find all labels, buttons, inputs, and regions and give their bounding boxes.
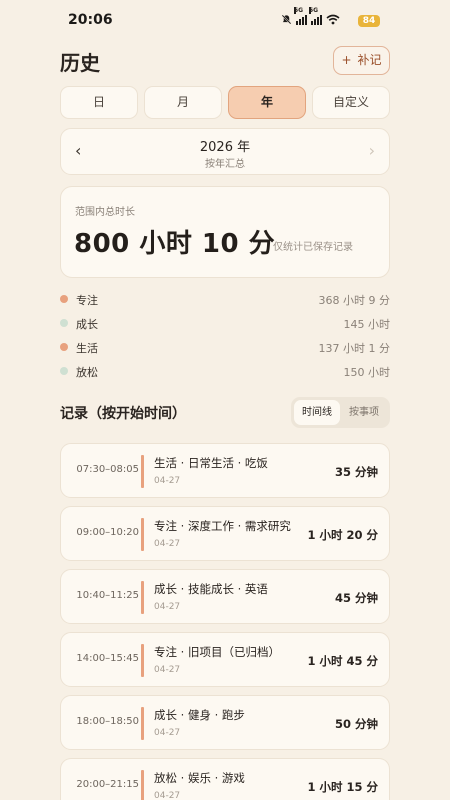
category-dot xyxy=(60,343,68,351)
record-color-bar xyxy=(141,518,144,551)
record-title: 成长 · 健身 · 跑步 xyxy=(154,708,245,722)
add-record-label: 补记 xyxy=(357,53,382,67)
record-duration: 1 小时 15 分 xyxy=(307,780,378,794)
record-title: 专注 · 深度工作 · 需求研究 xyxy=(154,519,291,533)
category-row: 放松 150 小时 xyxy=(60,360,390,384)
category-row: 成长 145 小时 xyxy=(60,312,390,336)
period-label: 2026 年 xyxy=(199,140,251,155)
category-row: 专注 368 小时 9 分 xyxy=(60,288,390,312)
record-item[interactable]: 18:00–18:50 成长 · 健身 · 跑步 04-27 50 分钟 xyxy=(60,695,390,750)
category-name: 放松 xyxy=(76,366,98,379)
record-time: 18:00–18:50 xyxy=(76,716,139,727)
category-value: 368 小时 9 分 xyxy=(318,294,390,307)
record-color-bar xyxy=(141,455,144,488)
category-name: 成长 xyxy=(76,318,98,331)
record-date: 04-27 xyxy=(154,791,181,800)
tab-month[interactable]: 月 xyxy=(144,86,222,119)
category-name: 专注 xyxy=(76,294,98,307)
status-time: 20:06 xyxy=(68,12,113,28)
record-color-bar xyxy=(141,707,144,740)
record-title: 专注 · 旧项目（已归档） xyxy=(154,645,280,659)
record-color-bar xyxy=(141,581,144,614)
add-record-button[interactable]: + 补记 xyxy=(333,46,390,75)
category-dot xyxy=(60,367,68,375)
record-duration: 45 分钟 xyxy=(334,591,378,605)
status-icons: 5G 5G xyxy=(281,7,340,25)
category-name: 生活 xyxy=(76,342,98,355)
category-row: 生活 137 小时 1 分 xyxy=(60,336,390,360)
category-dot xyxy=(60,319,68,327)
record-date: 04-27 xyxy=(154,539,181,549)
records-title: 记录（按开始时间） xyxy=(60,406,186,422)
period-tabs: 日 月 年 自定义 xyxy=(60,86,390,119)
total-duration-card: 范围内总时长 800 小时 10 分 仅统计已保存记录 xyxy=(60,186,390,278)
toggle-by-item[interactable]: 按事项 xyxy=(341,400,387,425)
signal-icon: 5G xyxy=(294,7,307,25)
wifi-icon xyxy=(326,14,340,25)
status-bar: 20:06 5G 5G 84 xyxy=(0,0,450,40)
record-color-bar xyxy=(141,644,144,677)
record-duration: 50 分钟 xyxy=(334,717,378,731)
record-time: 20:00–21:15 xyxy=(76,779,139,790)
record-title: 放松 · 娱乐 · 游戏 xyxy=(154,771,245,785)
record-duration: 1 小时 45 分 xyxy=(307,654,378,668)
signal-icon: 5G xyxy=(309,7,322,25)
network-label-1: 5G xyxy=(294,7,304,14)
mute-icon xyxy=(281,14,292,25)
record-item[interactable]: 09:00–10:20 专注 · 深度工作 · 需求研究 04-27 1 小时 … xyxy=(60,506,390,561)
period-selector: ‹ 2026 年 按年汇总 › xyxy=(60,128,390,175)
record-time: 09:00–10:20 xyxy=(76,527,139,538)
total-value: 800 小时 10 分 xyxy=(74,229,276,259)
view-toggle: 时间线 按事项 xyxy=(291,397,390,428)
record-item[interactable]: 20:00–21:15 放松 · 娱乐 · 游戏 04-27 1 小时 15 分 xyxy=(60,758,390,800)
record-time: 07:30–08:05 xyxy=(76,464,139,475)
record-time: 10:40–11:25 xyxy=(76,590,139,601)
chevron-right-icon[interactable]: › xyxy=(369,141,375,160)
total-label: 范围内总时长 xyxy=(75,207,135,218)
tab-day[interactable]: 日 xyxy=(60,86,138,119)
network-label-2: 5G xyxy=(309,7,319,14)
record-item[interactable]: 07:30–08:05 生活 · 日常生活 · 吃饭 04-27 35 分钟 xyxy=(60,443,390,498)
category-dot xyxy=(60,295,68,303)
category-value: 145 小时 xyxy=(343,318,391,331)
record-title: 成长 · 技能成长 · 英语 xyxy=(154,582,268,596)
record-date: 04-27 xyxy=(154,602,181,612)
toggle-timeline[interactable]: 时间线 xyxy=(294,400,340,425)
record-item[interactable]: 10:40–11:25 成长 · 技能成长 · 英语 04-27 45 分钟 xyxy=(60,569,390,624)
record-duration: 1 小时 20 分 xyxy=(307,528,378,542)
record-date: 04-27 xyxy=(154,665,181,675)
total-note: 仅统计已保存记录 xyxy=(273,242,353,253)
record-date: 04-27 xyxy=(154,476,181,486)
plus-icon: + xyxy=(341,53,352,67)
record-date: 04-27 xyxy=(154,728,181,738)
category-breakdown: 专注 368 小时 9 分 成长 145 小时 生活 137 小时 1 分 放松… xyxy=(60,288,390,384)
record-duration: 35 分钟 xyxy=(334,465,378,479)
battery-icon: 84 xyxy=(358,15,380,27)
page-title: 历史 xyxy=(60,51,100,75)
record-color-bar xyxy=(141,770,144,800)
record-item[interactable]: 14:00–15:45 专注 · 旧项目（已归档） 04-27 1 小时 45 … xyxy=(60,632,390,687)
category-value: 150 小时 xyxy=(343,366,391,379)
period-sublabel: 按年汇总 xyxy=(205,159,245,170)
category-value: 137 小时 1 分 xyxy=(318,342,390,355)
tab-custom[interactable]: 自定义 xyxy=(312,86,390,119)
record-time: 14:00–15:45 xyxy=(76,653,139,664)
tab-year[interactable]: 年 xyxy=(228,86,306,119)
record-title: 生活 · 日常生活 · 吃饭 xyxy=(154,456,268,470)
